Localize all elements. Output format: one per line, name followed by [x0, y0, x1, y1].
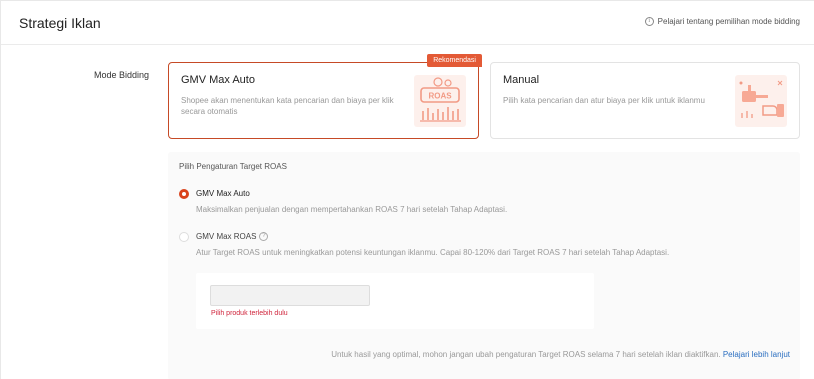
option-title-gmv-max-auto[interactable]: GMV Max Auto: [196, 189, 250, 198]
recommended-badge: Rekomendasi: [427, 54, 482, 67]
option-description-gmv-max-roas: Atur Target ROAS untuk meningkatkan pote…: [196, 248, 670, 257]
target-roas-input[interactable]: [210, 285, 370, 306]
bidding-option-manual[interactable]: Manual Pilih kata pencarian dan atur bia…: [490, 62, 800, 139]
bidding-option-gmv-max-auto[interactable]: Rekomendasi GMV Max Auto Shopee akan men…: [168, 54, 482, 139]
learn-bidding-text: Pelajari tentang pemilihan mode bidding: [657, 17, 800, 26]
learn-more-link[interactable]: Pelajari lebih lanjut: [723, 350, 790, 359]
option-title-text: GMV Max ROAS: [196, 232, 257, 241]
card-title: Manual: [503, 74, 540, 86]
learn-bidding-link[interactable]: i Pelajari tentang pemilihan mode biddin…: [644, 17, 800, 26]
mode-bidding-label: Mode Bidding: [94, 70, 150, 80]
roas-settings-heading: Pilih Pengaturan Target ROAS: [179, 162, 287, 171]
option-title-gmv-max-roas[interactable]: GMV Max ROAS ?: [196, 232, 269, 241]
auction-hammer-illustration-icon: [735, 75, 787, 127]
section-title: Strategi Iklan: [19, 15, 101, 31]
radio-gmv-max-roas[interactable]: [179, 232, 189, 242]
card-title: GMV Max Auto: [181, 74, 255, 86]
section-header: Strategi Iklan i Pelajari tentang pemili…: [1, 1, 814, 45]
target-roas-box: Pilih produk terlebih dulu: [196, 273, 594, 329]
card-description: Shopee akan menentukan kata pencarian da…: [181, 96, 394, 116]
info-icon: i: [644, 17, 654, 26]
question-icon[interactable]: ?: [259, 232, 269, 241]
svg-text:ROAS: ROAS: [428, 92, 452, 101]
strategy-section: Strategi Iklan i Pelajari tentang pemili…: [0, 0, 814, 379]
error-message: Pilih produk terlebih dulu: [211, 310, 288, 317]
roas-footnote: Untuk hasil yang optimal, mohon jangan u…: [331, 350, 790, 359]
card-description: Pilih kata pencarian dan atur biaya per …: [503, 96, 705, 105]
roas-settings-panel: Pilih Pengaturan Target ROAS GMV Max Aut…: [168, 152, 800, 379]
footnote-text: Untuk hasil yang optimal, mohon jangan u…: [331, 350, 721, 359]
radio-gmv-max-auto[interactable]: [179, 189, 189, 199]
roas-illustration-icon: ROAS: [414, 75, 466, 127]
option-description-gmv-max-auto: Maksimalkan penjualan dengan mempertahan…: [196, 205, 508, 214]
